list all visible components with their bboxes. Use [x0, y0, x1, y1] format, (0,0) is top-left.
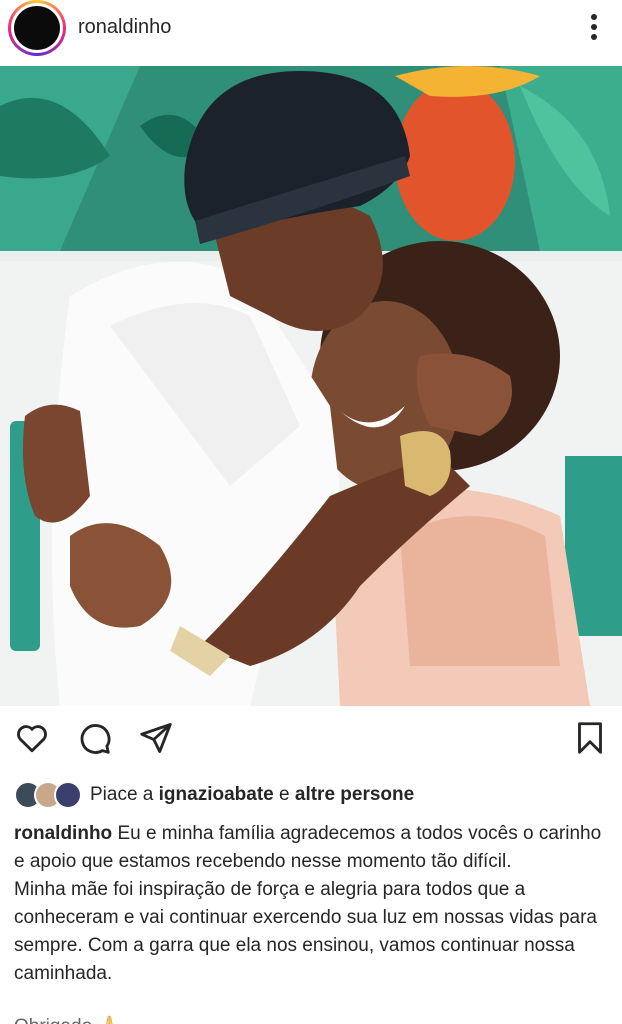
likes-connector: e	[279, 784, 290, 805]
heart-icon[interactable]	[14, 720, 50, 756]
likes-others[interactable]: altre persone	[295, 784, 414, 805]
comment-icon[interactable]	[76, 720, 112, 756]
post-image[interactable]	[0, 66, 622, 706]
post-username[interactable]: ronaldinho	[78, 16, 171, 39]
caption-line-2: Minha mãe foi inspiração de força e aleg…	[14, 879, 597, 984]
avatar[interactable]	[8, 0, 66, 56]
post-caption: ronaldinho Eu e minha família agradecemo…	[14, 820, 614, 988]
liker-username[interactable]: ignazioabate	[159, 784, 274, 805]
likes-summary[interactable]: Piace a ignazioabate e altre persone	[14, 780, 414, 810]
share-icon[interactable]	[138, 720, 174, 756]
liker-avatar	[54, 781, 82, 809]
likes-prefix: Piace a	[90, 784, 154, 805]
post-actions	[0, 716, 622, 766]
caption-truncated: Obrigado 🙏	[14, 1014, 121, 1024]
bookmark-icon[interactable]	[572, 720, 608, 756]
post-header: ronaldinho	[0, 0, 622, 66]
caption-username[interactable]: ronaldinho	[14, 823, 112, 844]
likes-text: Piace a ignazioabate e altre persone	[90, 784, 414, 806]
more-options-icon[interactable]	[584, 10, 604, 44]
